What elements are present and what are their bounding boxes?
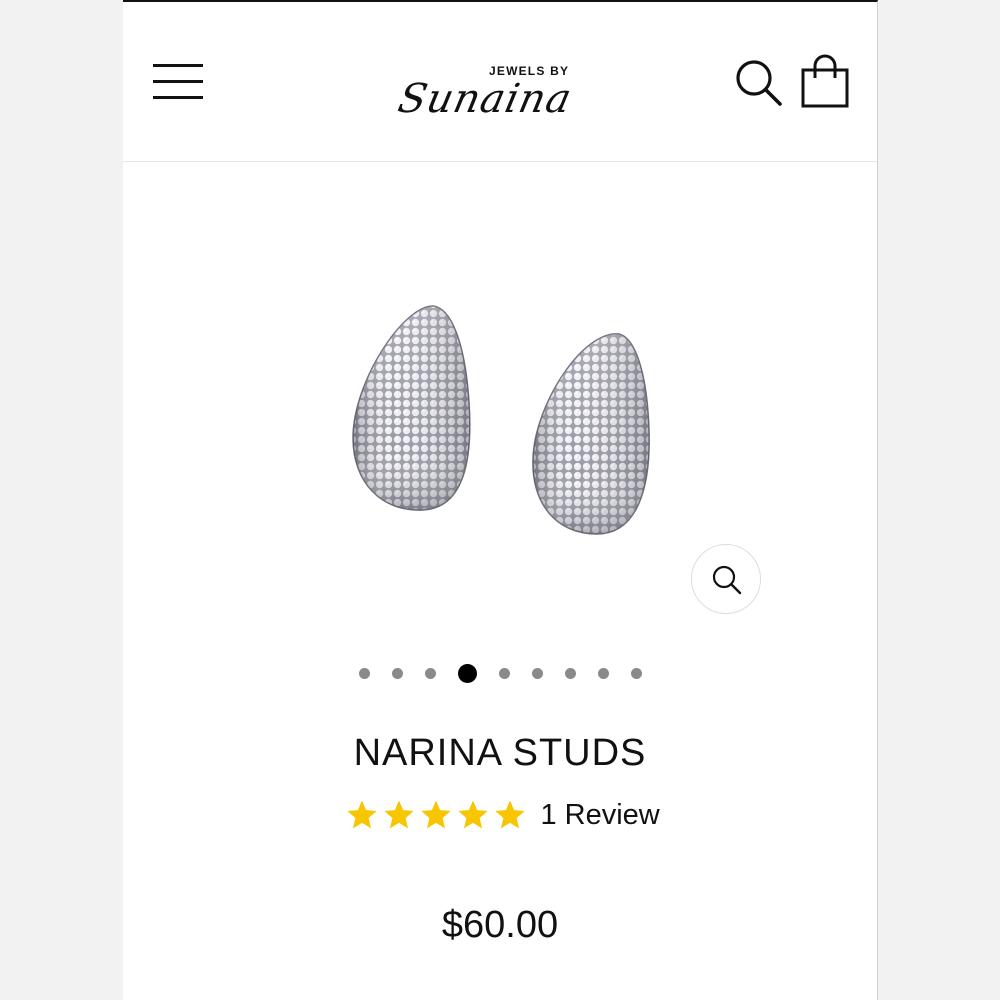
gallery-pagination	[123, 664, 877, 688]
earring-right	[532, 333, 650, 535]
star-icon	[495, 800, 525, 829]
menu-line	[153, 96, 203, 99]
gallery-dot[interactable]	[424, 668, 436, 679]
zoom-icon	[712, 565, 742, 595]
shopping-bag-icon	[801, 54, 849, 108]
product-rating[interactable]: 1 Review	[345, 798, 660, 838]
search-button[interactable]	[733, 57, 785, 109]
rating-stars	[345, 798, 530, 832]
menu-line	[153, 64, 203, 67]
search-icon	[736, 60, 782, 106]
star-icon	[384, 800, 414, 829]
product-title: NARINA STUDS	[353, 732, 647, 774]
gallery-dot[interactable]	[630, 668, 642, 679]
site-header: JEWELS BY Sunaina	[123, 2, 877, 162]
star-icon	[458, 800, 488, 829]
star-icon	[421, 800, 451, 829]
menu-line	[153, 80, 203, 83]
review-count-link[interactable]: 1 Review	[540, 799, 659, 832]
gallery-dot[interactable]	[531, 668, 543, 679]
product-image[interactable]	[303, 282, 683, 552]
gallery-dot[interactable]	[358, 668, 370, 679]
logo-script-text: Sunaina	[394, 76, 577, 122]
earring-left	[352, 305, 471, 511]
phone-screen: JEWELS BY Sunaina NARINA STUDS 1 Review …	[123, 0, 878, 1000]
gallery-dot[interactable]	[597, 668, 609, 679]
cart-button[interactable]	[799, 52, 851, 110]
menu-button[interactable]	[151, 60, 207, 104]
gallery-dot[interactable]	[457, 664, 477, 683]
product-price: $60.00	[441, 904, 559, 946]
gallery-dot[interactable]	[498, 668, 510, 679]
site-logo[interactable]: JEWELS BY Sunaina	[393, 38, 603, 130]
gallery-dot[interactable]	[564, 668, 576, 679]
star-icon	[347, 800, 377, 829]
zoom-button[interactable]	[691, 544, 761, 614]
gallery-dot[interactable]	[391, 668, 403, 679]
